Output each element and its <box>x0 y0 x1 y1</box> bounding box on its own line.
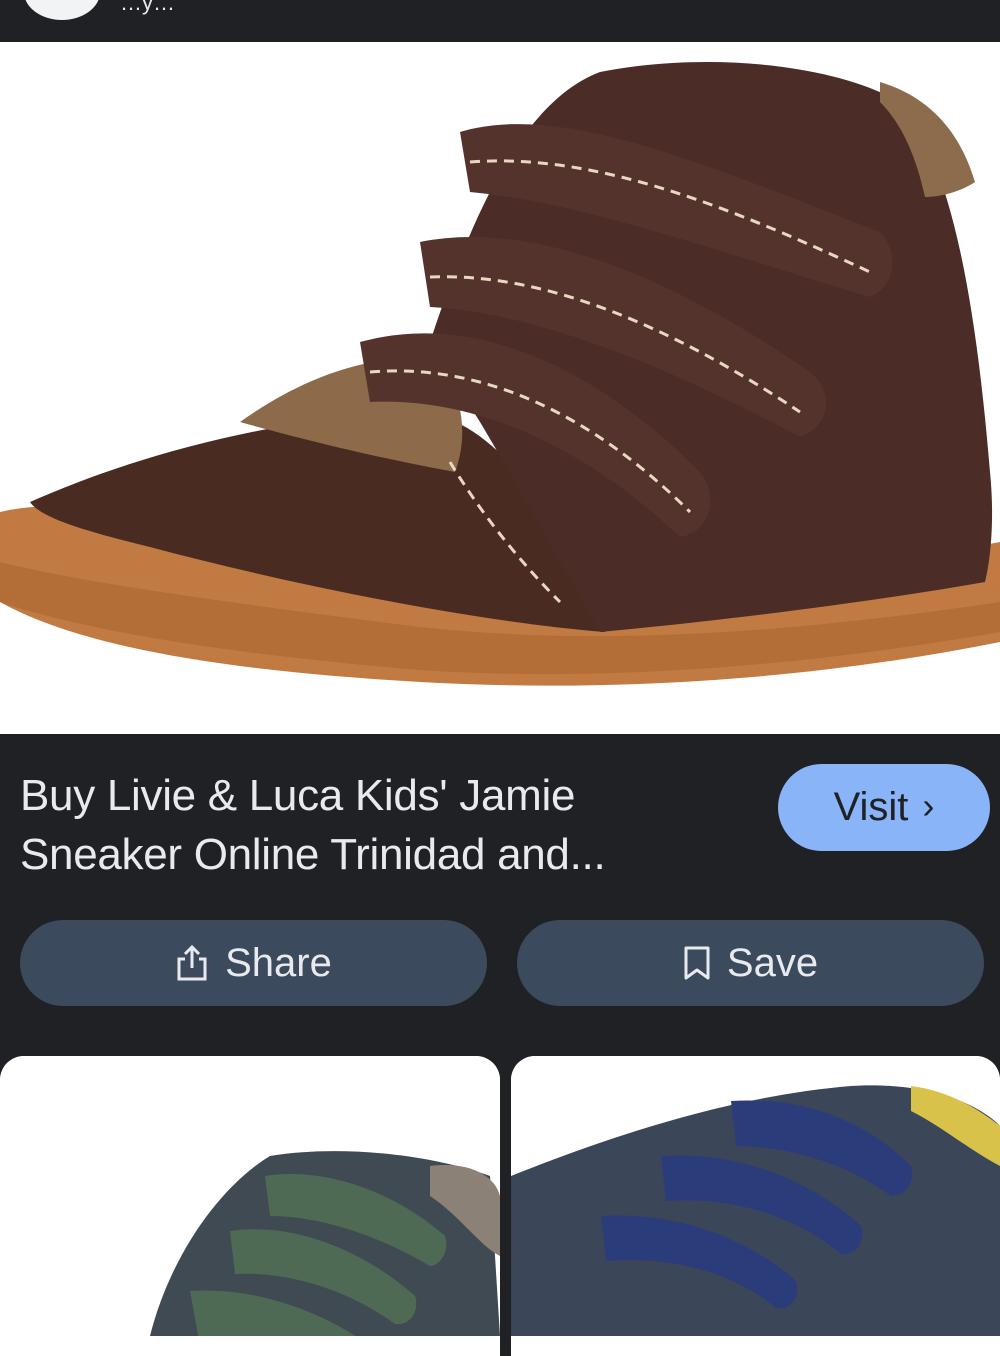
site-name: …y… <box>120 0 175 15</box>
visit-label: Visit <box>833 785 909 829</box>
chevron-right-icon: › <box>922 785 935 826</box>
brown-velcro-shoe-image <box>0 62 1000 686</box>
site-avatar[interactable] <box>24 0 100 20</box>
result-title[interactable]: Buy Livie & Luca Kids' Jamie Sneaker Onl… <box>20 766 720 884</box>
share-label: Share <box>225 940 332 985</box>
bookmark-icon <box>684 946 710 980</box>
top-bar: …y… <box>0 0 1000 42</box>
share-icon <box>177 944 207 981</box>
save-button[interactable]: Save <box>517 920 984 1006</box>
related-result-card[interactable] <box>0 1056 500 1356</box>
related-result-card[interactable] <box>511 1056 1000 1356</box>
green-velcro-shoe-image <box>0 1056 500 1346</box>
share-button[interactable]: Share <box>20 920 487 1006</box>
navy-velcro-shoe-image <box>511 1056 1000 1336</box>
save-label: Save <box>726 940 819 985</box>
visit-button[interactable]: Visit › <box>778 764 990 851</box>
product-image[interactable] <box>0 42 1000 734</box>
